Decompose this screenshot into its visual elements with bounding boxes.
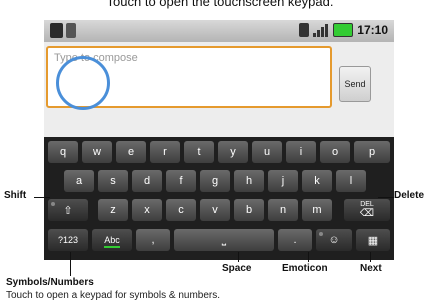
symbols-numbers-key[interactable]: ?123	[48, 229, 88, 251]
key-f[interactable]: f	[166, 170, 196, 192]
key-y[interactable]: y	[218, 141, 248, 163]
compose-input[interactable]: Type to compose	[46, 46, 332, 110]
key-m[interactable]: m	[302, 199, 332, 221]
shift-icon: ⇧	[63, 204, 73, 217]
top-caption: Touch to open the touchscreen keypad.	[106, 0, 334, 9]
backspace-icon: ⌫	[359, 208, 375, 219]
usb-icon	[50, 23, 63, 38]
touchscreen-keypad: q w e r t y u i o p a s d f g h j k l ⇧ …	[44, 137, 394, 260]
shift-key[interactable]: ⇧	[48, 199, 88, 221]
annotation-delete: Delete	[394, 190, 425, 201]
key-t[interactable]: t	[184, 141, 214, 163]
period-key[interactable]: .	[278, 229, 312, 251]
key-x[interactable]: x	[132, 199, 162, 221]
key-o[interactable]: o	[320, 141, 350, 163]
touch-indicator-icon	[56, 56, 110, 110]
key-z[interactable]: z	[98, 199, 128, 221]
phone-screen: 17:10 Type to compose Send q w e r t y u…	[44, 20, 394, 260]
emoticon-icon: ☺	[328, 234, 340, 246]
delete-label: DEL	[360, 201, 374, 208]
signal-icon	[313, 23, 329, 37]
annotation-emoticon: Emoticon	[282, 263, 328, 274]
key-p[interactable]: p	[354, 141, 390, 163]
bottom-caption: Touch to open a keypad for symbols & num…	[6, 290, 221, 301]
key-l[interactable]: l	[336, 170, 366, 192]
annotation-next: Next	[360, 263, 382, 274]
key-d[interactable]: d	[132, 170, 162, 192]
send-button[interactable]: Send	[339, 66, 371, 102]
key-v[interactable]: v	[200, 199, 230, 221]
abc-label: Abc	[104, 235, 120, 245]
comma-key[interactable]: ,	[136, 229, 170, 251]
next-key[interactable]: ▦	[356, 229, 390, 251]
abc-indicator-icon	[104, 246, 120, 248]
compose-area: Type to compose Send	[44, 42, 394, 137]
key-s[interactable]: s	[98, 170, 128, 192]
key-b[interactable]: b	[234, 199, 264, 221]
pointer-line-shift	[34, 197, 50, 198]
key-q[interactable]: q	[48, 141, 78, 163]
key-h[interactable]: h	[234, 170, 264, 192]
pointer-line-emoticon	[308, 252, 309, 262]
delete-key[interactable]: DEL ⌫	[344, 199, 390, 221]
annotation-shift: Shift	[4, 190, 27, 201]
pointer-line-delete	[378, 197, 394, 198]
key-w[interactable]: w	[82, 141, 112, 163]
status-time: 17:10	[357, 23, 388, 37]
pointer-line-space	[238, 252, 239, 262]
key-k[interactable]: k	[302, 170, 332, 192]
key-c[interactable]: c	[166, 199, 196, 221]
battery-icon	[333, 23, 354, 37]
status-bar: 17:10	[44, 20, 394, 42]
abc-key[interactable]: Abc	[92, 229, 132, 251]
key-r[interactable]: r	[150, 141, 180, 163]
space-key[interactable]: ⎵	[174, 229, 274, 251]
sim-icon	[299, 23, 310, 37]
key-g[interactable]: g	[200, 170, 230, 192]
key-i[interactable]: i	[286, 141, 316, 163]
pointer-line-symbols	[70, 252, 71, 276]
pointer-line-next	[370, 252, 371, 262]
key-j[interactable]: j	[268, 170, 298, 192]
key-u[interactable]: u	[252, 141, 282, 163]
annotation-symbols-numbers: Symbols/Numbers	[6, 277, 94, 288]
key-e[interactable]: e	[116, 141, 146, 163]
key-n[interactable]: n	[268, 199, 298, 221]
emoticon-key[interactable]: ☺	[316, 229, 352, 251]
key-a[interactable]: a	[64, 170, 94, 192]
annotation-space: Space	[222, 263, 252, 274]
sd-card-icon	[66, 23, 76, 38]
